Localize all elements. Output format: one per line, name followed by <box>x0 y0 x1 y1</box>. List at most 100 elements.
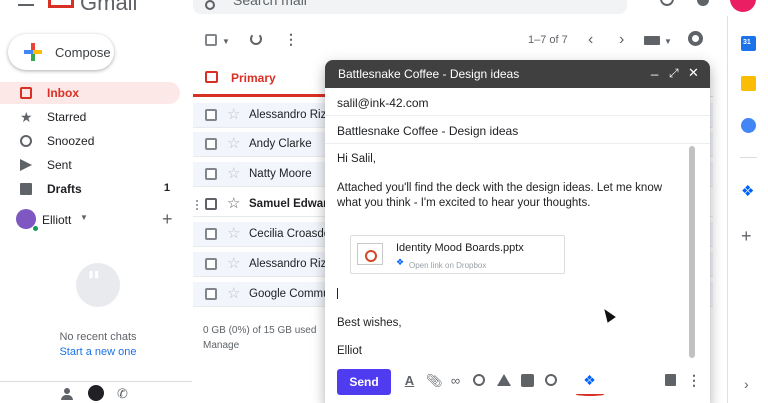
body-signature: Elliot <box>337 345 362 357</box>
account-avatar[interactable] <box>730 0 756 12</box>
nav-label-starred: Starred <box>47 110 87 124</box>
to-field[interactable]: salil@ink-42.com <box>325 88 710 116</box>
refresh-icon[interactable] <box>250 33 262 45</box>
search-input[interactable]: Search mail <box>233 0 307 8</box>
apps-icon[interactable] <box>697 0 709 6</box>
to-recipient: salil@ink-42.com <box>337 96 429 110</box>
presentation-file-icon <box>357 243 383 265</box>
star-icon[interactable]: ☆ <box>227 196 240 211</box>
dropbox-icon[interactable]: ❖ <box>741 184 754 199</box>
add-chat-icon[interactable]: + <box>162 209 173 230</box>
send-icon <box>20 159 32 171</box>
drag-handle[interactable] <box>196 200 200 210</box>
chevron-left-icon[interactable]: ‹ <box>588 31 593 49</box>
row-checkbox[interactable] <box>205 168 217 180</box>
nav-label-inbox: Inbox <box>47 86 79 100</box>
star-icon[interactable]: ☆ <box>227 256 240 271</box>
open-dropbox-link[interactable]: Open link on Dropbox <box>409 258 486 273</box>
tasks-icon[interactable] <box>741 118 756 133</box>
hangouts-icon[interactable] <box>88 385 104 401</box>
chevron-right-icon[interactable]: › <box>619 31 624 49</box>
gear-icon[interactable] <box>688 31 703 46</box>
add-addon-icon[interactable]: + <box>741 227 752 245</box>
manage-storage-link[interactable]: Manage <box>203 340 239 351</box>
row-checkbox[interactable] <box>205 138 217 150</box>
minimize-icon[interactable]: _ <box>651 61 658 77</box>
hangouts-user[interactable]: Elliott ▼ + <box>0 205 192 235</box>
send-button[interactable]: Send <box>337 369 391 395</box>
hangouts-user-name: Elliott <box>42 213 72 227</box>
body-scrollbar[interactable] <box>689 146 695 358</box>
tab-primary[interactable]: Primary <box>193 60 329 97</box>
search-icon[interactable] <box>205 0 215 10</box>
online-status-icon <box>32 225 39 232</box>
confidential-mode-icon[interactable] <box>545 374 557 386</box>
start-chat-link[interactable]: Start a new one <box>0 346 196 358</box>
dropbox-attachment-card[interactable]: Identity Mood Boards.pptx ❖ Open link on… <box>350 235 565 274</box>
calendar-day: 31 <box>743 39 751 46</box>
nav-item-starred[interactable]: ★ Starred <box>0 106 180 128</box>
main-menu-icon[interactable] <box>18 0 34 6</box>
compose-button[interactable]: Compose <box>8 34 114 70</box>
formatting-icon[interactable]: A <box>403 374 416 387</box>
star-icon[interactable]: ☆ <box>227 107 240 122</box>
dropbox-icon[interactable]: ❖ <box>583 373 596 387</box>
compose-window: Battlesnake Coffee - Design ideas _ ⤢ ✕ … <box>325 60 710 403</box>
nav-label-snoozed: Snoozed <box>47 134 95 148</box>
inbox-icon <box>205 71 218 83</box>
gmail-logo-text: Gmail <box>80 0 138 15</box>
fullscreen-icon[interactable]: ⤢ <box>669 65 679 81</box>
compose-header[interactable]: Battlesnake Coffee - Design ideas _ ⤢ ✕ <box>325 60 710 88</box>
photo-icon[interactable] <box>521 374 534 387</box>
nav-item-inbox[interactable]: Inbox <box>0 82 180 104</box>
keyboard-icon[interactable] <box>644 36 660 45</box>
close-icon[interactable]: ✕ <box>688 65 699 81</box>
draft-icon <box>20 183 32 195</box>
chevron-down-icon[interactable]: ▼ <box>222 37 230 46</box>
attach-icon[interactable]: 📎︎ <box>426 374 443 387</box>
nav-label-drafts: Drafts <box>47 182 82 196</box>
compose-toolbar: Send A 📎︎ ∞ ❖ ⋮ <box>325 364 710 403</box>
message-body[interactable]: Hi Salil, Attached you'll find the deck … <box>325 144 693 360</box>
trash-icon[interactable] <box>665 374 676 386</box>
keep-icon[interactable] <box>741 76 756 91</box>
dropbox-highlight <box>576 393 604 396</box>
nav-item-snoozed[interactable]: Snoozed <box>0 130 180 152</box>
drive-icon[interactable] <box>497 374 511 386</box>
nav-item-sent[interactable]: Sent <box>0 154 180 176</box>
star-icon[interactable]: ☆ <box>227 286 240 301</box>
star-icon[interactable]: ☆ <box>227 136 240 151</box>
chevron-down-icon[interactable]: ▼ <box>80 213 88 222</box>
gmail-logo[interactable] <box>48 0 74 8</box>
nav-item-drafts[interactable]: Drafts 1 <box>0 178 180 200</box>
body-greeting: Hi Salil, <box>337 153 376 165</box>
select-all-checkbox[interactable] <box>205 34 217 46</box>
star-icon[interactable]: ☆ <box>227 166 240 181</box>
phone-icon[interactable]: ✆ <box>117 387 129 400</box>
email-sender: Google Community <box>249 288 325 300</box>
calendar-icon[interactable]: 31 <box>741 36 756 51</box>
row-checkbox[interactable] <box>205 228 217 240</box>
text-cursor <box>337 288 338 299</box>
clock-icon <box>20 135 32 147</box>
email-sender: Andy Clarke <box>249 138 312 150</box>
row-checkbox[interactable] <box>205 288 217 300</box>
emoji-icon[interactable] <box>473 374 485 386</box>
help-icon[interactable] <box>660 0 674 6</box>
pagination-text: 1–7 of 7 <box>528 34 568 46</box>
chevron-down-icon[interactable]: ▼ <box>664 37 672 46</box>
search-bar[interactable]: Search mail <box>193 0 627 14</box>
more-vert-icon[interactable]: ⋮ <box>687 373 701 387</box>
body-paragraph: Attached you'll find the deck with the d… <box>337 182 663 209</box>
star-icon: ★ <box>20 109 33 125</box>
more-vert-icon[interactable]: ⋮ <box>284 32 298 46</box>
row-checkbox[interactable] <box>205 198 217 210</box>
mouse-pointer-icon <box>600 306 616 323</box>
chevron-right-icon[interactable]: › <box>744 376 749 392</box>
link-icon[interactable]: ∞ <box>449 374 462 387</box>
row-checkbox[interactable] <box>205 109 217 121</box>
subject-field[interactable]: Battlesnake Coffee - Design ideas <box>325 116 710 144</box>
star-icon[interactable]: ☆ <box>227 226 240 241</box>
person-icon[interactable] <box>61 388 73 400</box>
row-checkbox[interactable] <box>205 258 217 270</box>
